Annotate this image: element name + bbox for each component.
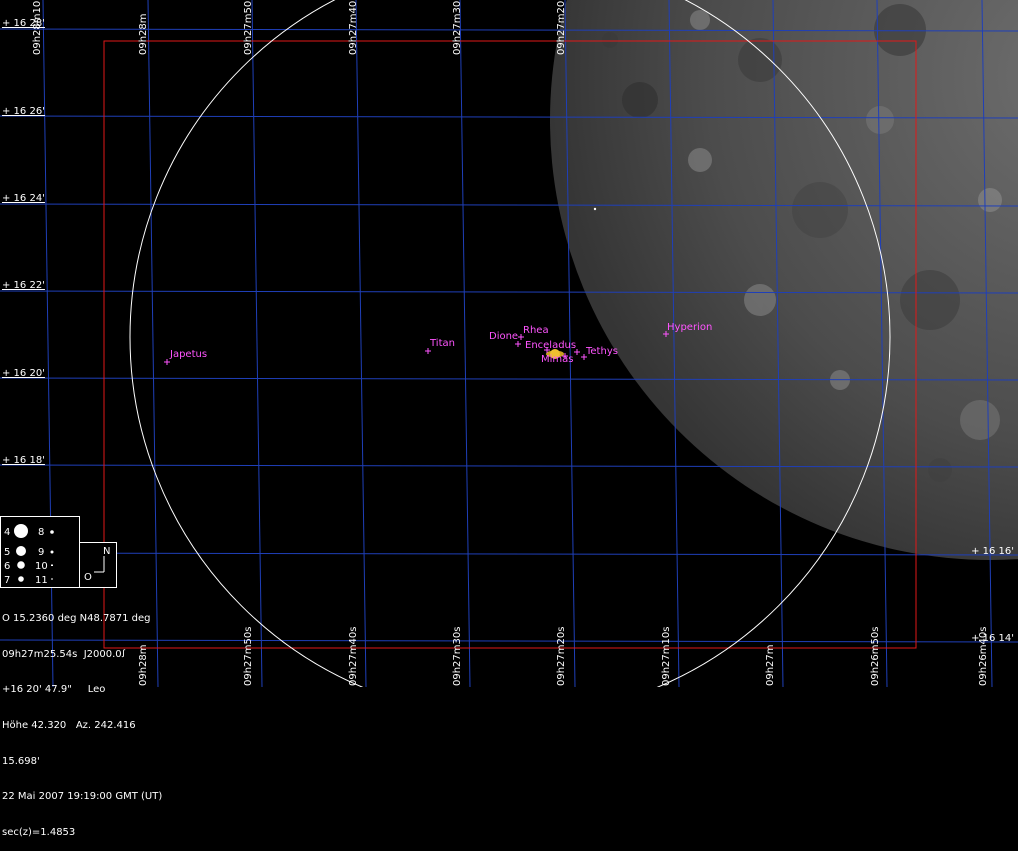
mag-label-5: 5 xyxy=(4,547,10,558)
moon-label-mimas: Mimas xyxy=(541,354,574,365)
moon-dione[interactable]: Dione xyxy=(489,331,521,347)
dec-grid-line xyxy=(0,552,1018,556)
ra-label-bottom: 09h26m50s xyxy=(870,627,881,686)
moon-mimas[interactable]: Mimas xyxy=(541,353,574,365)
info-field-size: 15.698' xyxy=(2,755,40,767)
info-datetime: 22 Mai 2007 19:19:00 GMT (UT) xyxy=(2,791,163,803)
mag-label-4: 4 xyxy=(4,527,10,538)
dec-label-left: + 16 22' xyxy=(2,280,45,291)
mag-label-7: 7 xyxy=(4,575,10,586)
dec-label-left: + 16 26' xyxy=(2,106,45,117)
moon-disk xyxy=(550,0,1018,560)
ra-label-bottom: 09h27m40s xyxy=(348,627,359,686)
sky-chart[interactable]: Japetus Titan Dione Rhea Enceladus Mimas Tethy… xyxy=(0,0,1018,687)
moon-rhea[interactable]: Rhea xyxy=(518,325,549,340)
info-dec-constellation: +16 20' 47.9" Leo xyxy=(2,684,106,696)
dec-label-left: + 16 24' xyxy=(2,193,45,204)
compass-east-label: O xyxy=(84,572,92,583)
ra-grid-line xyxy=(459,0,471,687)
moon-label-rhea: Rhea xyxy=(523,325,549,336)
moon-japetus[interactable]: Japetus xyxy=(164,349,207,365)
ra-label-top: 09h27m50 xyxy=(243,1,254,55)
mag-label-11: 11 xyxy=(35,575,48,586)
moon-label-dione: Dione xyxy=(489,331,518,342)
dec-label-left: + 16 20' xyxy=(2,368,45,379)
dec-label-left: + 16 28' xyxy=(2,18,45,29)
mag-label-9: 9 xyxy=(38,547,44,558)
ra-label-top: 09h27m30 xyxy=(452,1,463,55)
ra-label-bottom: 09h27m10s xyxy=(661,627,672,686)
magnitude-legend: 4 8 5 9 6 10 7 11 N O xyxy=(0,516,117,588)
ra-grid-line xyxy=(147,0,159,687)
ra-label-bottom: 09h27m xyxy=(765,644,776,686)
field-star[interactable] xyxy=(593,207,597,211)
ra-label-bottom: 09h27m30s xyxy=(452,627,463,686)
ra-label-bottom: 09h27m50s xyxy=(243,627,254,686)
moon-label-japetus: Japetus xyxy=(169,349,207,360)
info-ra: 09h27m25.54s J2000.0ꭍ xyxy=(2,648,126,660)
moon-label-enceladus: Enceladus xyxy=(525,340,576,351)
ra-label-bottom: 09h27m20s xyxy=(556,627,567,686)
mag-label-10: 10 xyxy=(35,561,48,572)
ra-grid-line xyxy=(251,0,263,687)
dec-label-left: + 16 18' xyxy=(2,455,45,466)
moon-label-titan: Titan xyxy=(429,338,455,349)
moon-label-hyperion: Hyperion xyxy=(667,322,712,333)
dec-label-right: + 16 16' xyxy=(971,546,1014,557)
ra-grid-line xyxy=(355,0,367,687)
moon-titan[interactable]: Titan xyxy=(425,338,455,354)
ra-label-top: 09h28m xyxy=(138,13,149,55)
dec-label-right: + 16 14' xyxy=(971,633,1014,644)
info-panel: O 15.2360 deg N48.7871 deg 09h27m25.54s … xyxy=(2,589,162,851)
info-alt-az: Höhe 42.320 Az. 242.416 xyxy=(2,719,136,731)
info-airmass: sec(z)=1.4853 xyxy=(2,827,76,839)
ra-label-top: 09h27m40 xyxy=(348,1,359,55)
compass-north-label: N xyxy=(103,546,110,557)
info-coordinates-geo: O 15.2360 deg N48.7871 deg xyxy=(2,612,151,624)
moon-label-tethys: Tethys xyxy=(585,346,618,357)
ra-label-top: 09h27m20 xyxy=(556,1,567,55)
mag-label-6: 6 xyxy=(4,561,10,572)
mag-label-8: 8 xyxy=(38,527,44,538)
moon-tethys[interactable]: Tethys xyxy=(581,346,618,360)
